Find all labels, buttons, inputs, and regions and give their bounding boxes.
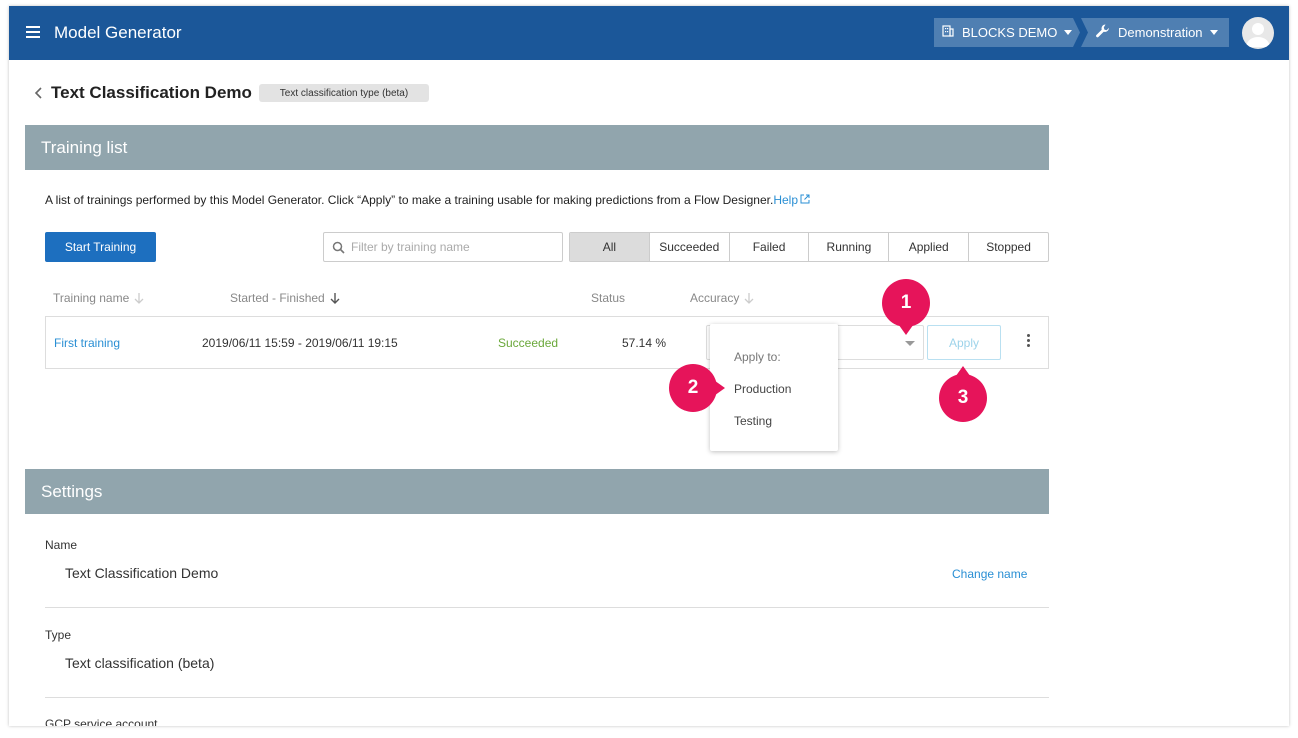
filter-all[interactable]: All	[570, 233, 649, 261]
callout-2: 2	[669, 364, 725, 412]
search-input[interactable]	[351, 240, 551, 254]
training-status: Succeeded	[498, 336, 559, 350]
column-header-status: Status	[591, 291, 625, 305]
sort-arrow-icon	[134, 293, 144, 304]
filter-stopped[interactable]: Stopped	[968, 233, 1048, 261]
type-label: Type	[45, 628, 72, 642]
training-accuracy: 57.14 %	[622, 336, 667, 350]
dropdown-header: Apply to:	[734, 350, 781, 364]
more-options-icon[interactable]	[1021, 334, 1035, 350]
sort-arrow-icon	[744, 293, 754, 304]
callout-1-number: 1	[900, 292, 912, 313]
training-period: 2019/06/11 15:59 - 2019/06/11 19:15	[202, 336, 398, 350]
name-value: Text Classification Demo	[65, 565, 219, 581]
help-label: Help	[773, 193, 799, 207]
callout-1: 1	[882, 279, 930, 335]
column-header-started[interactable]: Started - Finished	[230, 291, 340, 305]
name-label: Name	[45, 538, 78, 552]
building-icon	[942, 25, 954, 40]
divider	[45, 607, 1049, 608]
chevron-down-icon	[1209, 30, 1218, 35]
divider	[45, 697, 1049, 698]
top-bar: Model Generator BLOCKS DEMO Demonstratio…	[9, 6, 1289, 60]
start-training-button[interactable]: Start Training	[45, 232, 156, 262]
project-name: Demonstration	[1118, 25, 1203, 40]
filter-failed[interactable]: Failed	[728, 233, 809, 261]
org-name: BLOCKS DEMO	[962, 25, 1058, 40]
column-header-status-label: Status	[591, 291, 626, 305]
callout-3: 3	[939, 366, 987, 422]
option-testing[interactable]: Testing	[734, 414, 772, 428]
apply-button[interactable]: Apply	[927, 325, 1001, 360]
filter-succeeded[interactable]: Succeeded	[648, 233, 729, 261]
project-selector[interactable]: Demonstration	[1081, 18, 1229, 47]
avatar[interactable]	[1242, 17, 1274, 49]
page-title: Text Classification Demo	[51, 83, 252, 102]
column-header-name[interactable]: Training name	[53, 291, 144, 305]
user-icon	[1246, 23, 1270, 47]
column-header-accuracy-label: Accuracy	[690, 291, 740, 305]
wrench-icon	[1095, 23, 1111, 42]
org-selector[interactable]: BLOCKS DEMO	[934, 18, 1080, 47]
filter-running[interactable]: Running	[808, 233, 888, 261]
search-icon	[332, 241, 345, 254]
settings-header: Settings	[25, 469, 1049, 514]
training-description: A list of trainings performed by this Mo…	[45, 193, 810, 207]
training-name-link[interactable]: First training	[54, 336, 120, 350]
change-name-link[interactable]: Change name	[952, 567, 1027, 581]
training-list-header: Training list	[25, 125, 1049, 170]
callout-2-number: 2	[687, 377, 699, 398]
type-badge: Text classification type (beta)	[259, 84, 429, 102]
sort-arrow-icon	[330, 293, 340, 304]
filter-applied[interactable]: Applied	[888, 233, 968, 261]
column-header-accuracy[interactable]: Accuracy	[690, 291, 754, 305]
external-link-icon	[800, 194, 810, 204]
menu-icon[interactable]	[26, 26, 40, 38]
type-value: Text classification (beta)	[65, 655, 215, 671]
column-header-started-label: Started - Finished	[230, 291, 325, 305]
chevron-down-icon	[905, 341, 915, 346]
callout-3-number: 3	[957, 387, 969, 408]
option-production[interactable]: Production	[734, 382, 791, 396]
chevron-down-icon	[1064, 30, 1073, 35]
back-icon[interactable]	[33, 86, 45, 100]
help-link[interactable]: Help	[773, 193, 810, 207]
status-filter-group: All Succeeded Failed Running Applied Sto…	[569, 232, 1049, 262]
description-text: A list of trainings performed by this Mo…	[45, 193, 774, 207]
search-field[interactable]	[323, 232, 563, 262]
gcp-service-account-label: GCP service account	[45, 717, 158, 726]
app-title: Model Generator	[54, 23, 182, 42]
column-header-name-label: Training name	[53, 291, 130, 305]
app-window: Model Generator BLOCKS DEMO Demonstratio…	[9, 6, 1289, 726]
